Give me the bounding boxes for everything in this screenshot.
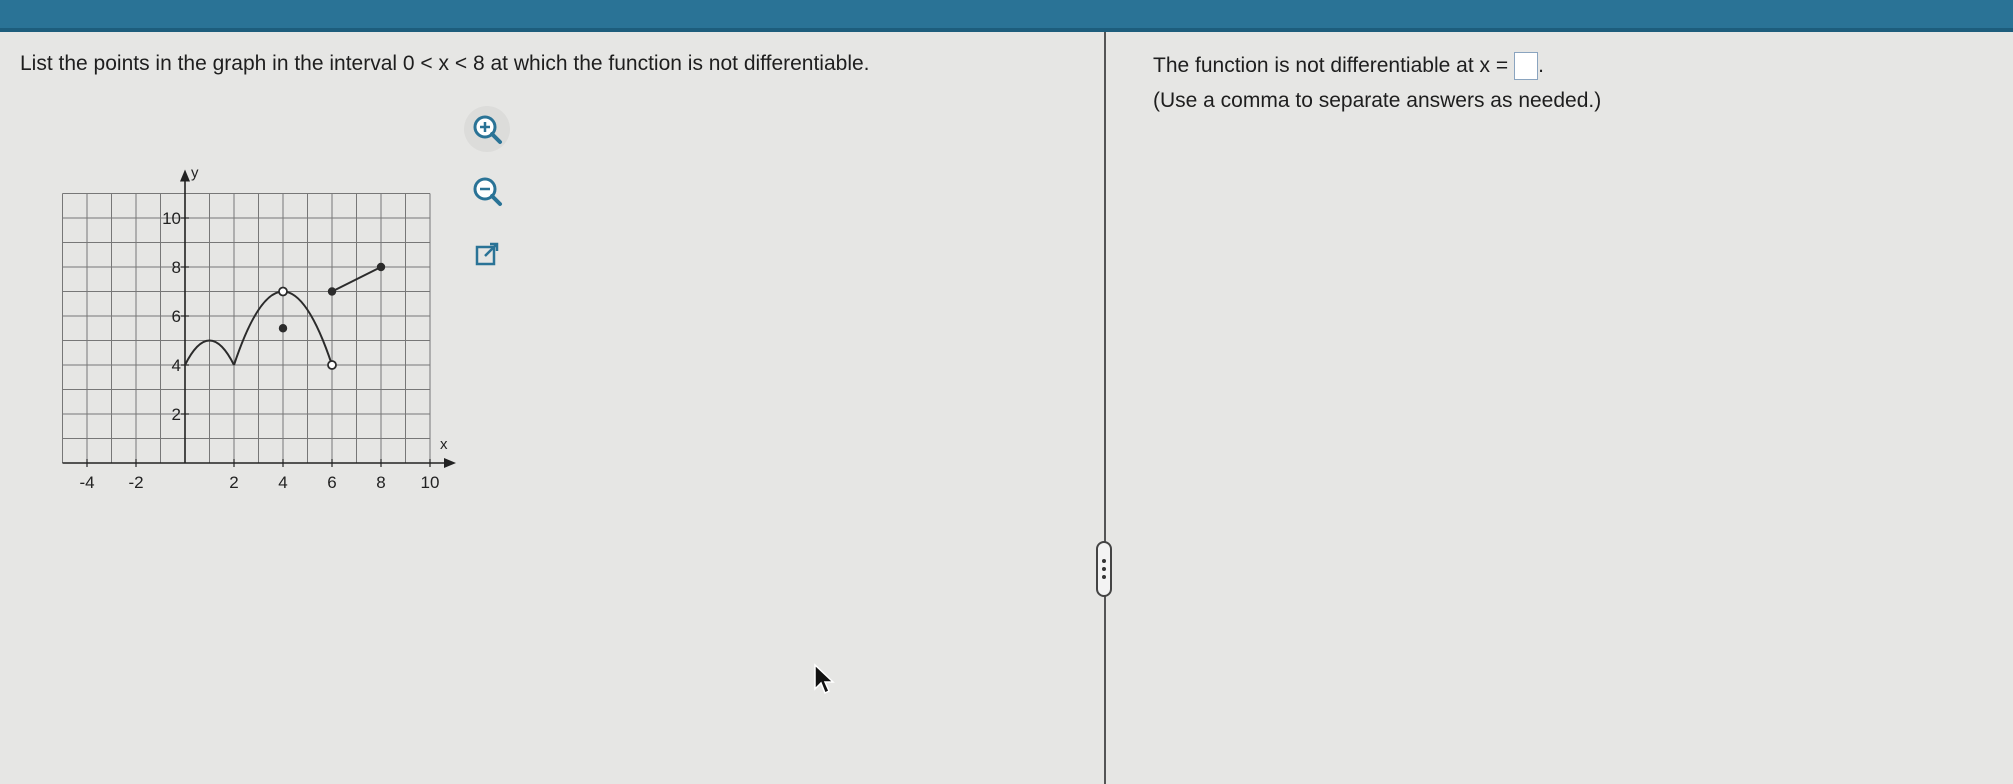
- y-axis-label: y: [191, 165, 199, 182]
- question-text: List the points in the graph in the inte…: [20, 52, 870, 76]
- x-tick-label: 8: [376, 473, 385, 492]
- closed-point: [327, 287, 337, 296]
- x-tick-label: 10: [421, 473, 440, 492]
- answer-hint: (Use a comma to separate answers as need…: [1153, 89, 1602, 112]
- closed-point: [278, 324, 288, 333]
- x-axis-arrow: [444, 458, 456, 468]
- zoom-in-icon: [473, 115, 502, 144]
- x-tick-label: -2: [128, 473, 143, 492]
- grid-lines: [62, 193, 431, 464]
- open-point: [278, 286, 288, 297]
- x-tick-label: -4: [79, 473, 94, 492]
- function-graph: x y -4 -2 2 4 6 8 10 2 4 6 8 10: [62, 165, 456, 492]
- question-interval: 0 < x < 8: [402, 52, 485, 75]
- y-axis-arrow: [180, 169, 190, 182]
- y-tick-label: 10: [162, 209, 181, 228]
- question-suffix: at which the function is not differentia…: [490, 52, 870, 75]
- mouse-cursor-icon: [814, 663, 835, 695]
- open-external-button[interactable]: [464, 231, 510, 277]
- zoom-out-button[interactable]: [464, 168, 510, 214]
- tick-labels: -4 -2 2 4 6 8 10 2 4 6 8 10: [79, 209, 439, 492]
- panel-divider[interactable]: [1104, 32, 1106, 784]
- external-link-icon: [475, 242, 499, 266]
- answer-input[interactable]: [1514, 52, 1539, 80]
- closed-point: [376, 262, 386, 272]
- x-tick-label: 2: [229, 473, 238, 492]
- y-tick-label: 6: [172, 307, 181, 326]
- y-tick-label: 8: [172, 258, 181, 277]
- header-bar: [0, 0, 2013, 30]
- zoom-out-icon: [473, 177, 502, 206]
- answer-line: The function is not differentiable at x …: [1153, 52, 1544, 80]
- x-tick-label: 4: [278, 473, 287, 492]
- y-tick-label: 2: [172, 405, 181, 424]
- y-tick-label: 4: [172, 356, 181, 375]
- x-axis-label: x: [440, 436, 448, 453]
- x-tick-label: 6: [327, 473, 336, 492]
- answer-period: .: [1538, 54, 1544, 77]
- answer-prompt: The function is not differentiable at x …: [1153, 54, 1509, 77]
- divider-drag-handle[interactable]: [1096, 541, 1112, 597]
- question-prefix: List the points in the graph in the inte…: [20, 52, 398, 75]
- zoom-in-button[interactable]: [464, 106, 510, 152]
- open-point: [327, 360, 337, 370]
